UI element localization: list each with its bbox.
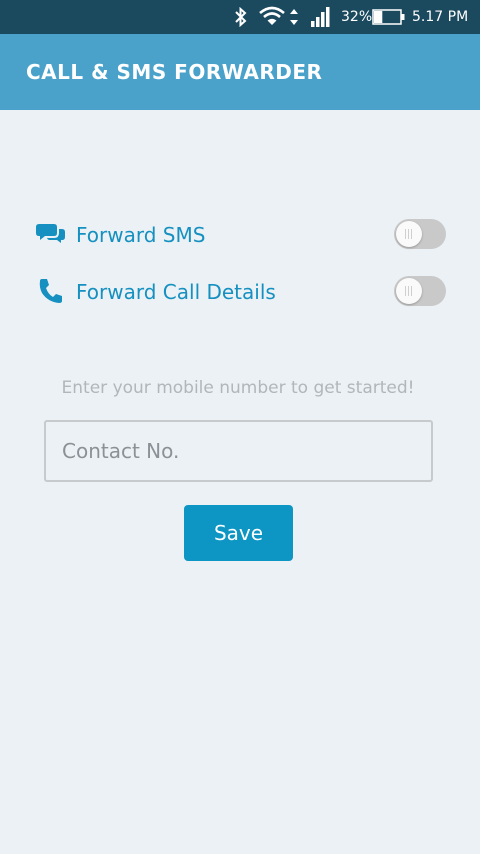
contact-number-input[interactable]	[44, 420, 433, 482]
forward-call-details-row: Forward Call Details	[36, 272, 448, 312]
data-arrows-icon	[290, 9, 298, 25]
chat-bubbles-icon	[36, 224, 65, 243]
toggle-thumb	[396, 221, 422, 247]
status-bar: 32% 5.17 PM	[0, 0, 480, 34]
signal-icon	[311, 7, 330, 27]
app-bar: CALL & SMS FORWARDER	[0, 34, 480, 110]
toggle-thumb	[396, 278, 422, 304]
wifi-icon	[259, 6, 285, 25]
forward-call-details-label: Forward Call Details	[76, 280, 276, 304]
clock: 5.17 PM	[412, 9, 469, 25]
app-title: CALL & SMS FORWARDER	[26, 60, 323, 84]
forward-sms-row: Forward SMS	[36, 215, 448, 255]
instruction-text: Enter your mobile number to get started!	[61, 378, 415, 398]
forward-sms-toggle[interactable]	[394, 219, 446, 249]
save-button[interactable]: Save	[184, 505, 293, 561]
forward-call-details-toggle[interactable]	[394, 276, 446, 306]
bluetooth-icon	[235, 7, 247, 27]
phone-icon	[39, 279, 62, 303]
battery-percent: 32%	[341, 9, 373, 25]
forward-sms-label: Forward SMS	[76, 223, 206, 247]
battery-icon	[372, 9, 405, 25]
